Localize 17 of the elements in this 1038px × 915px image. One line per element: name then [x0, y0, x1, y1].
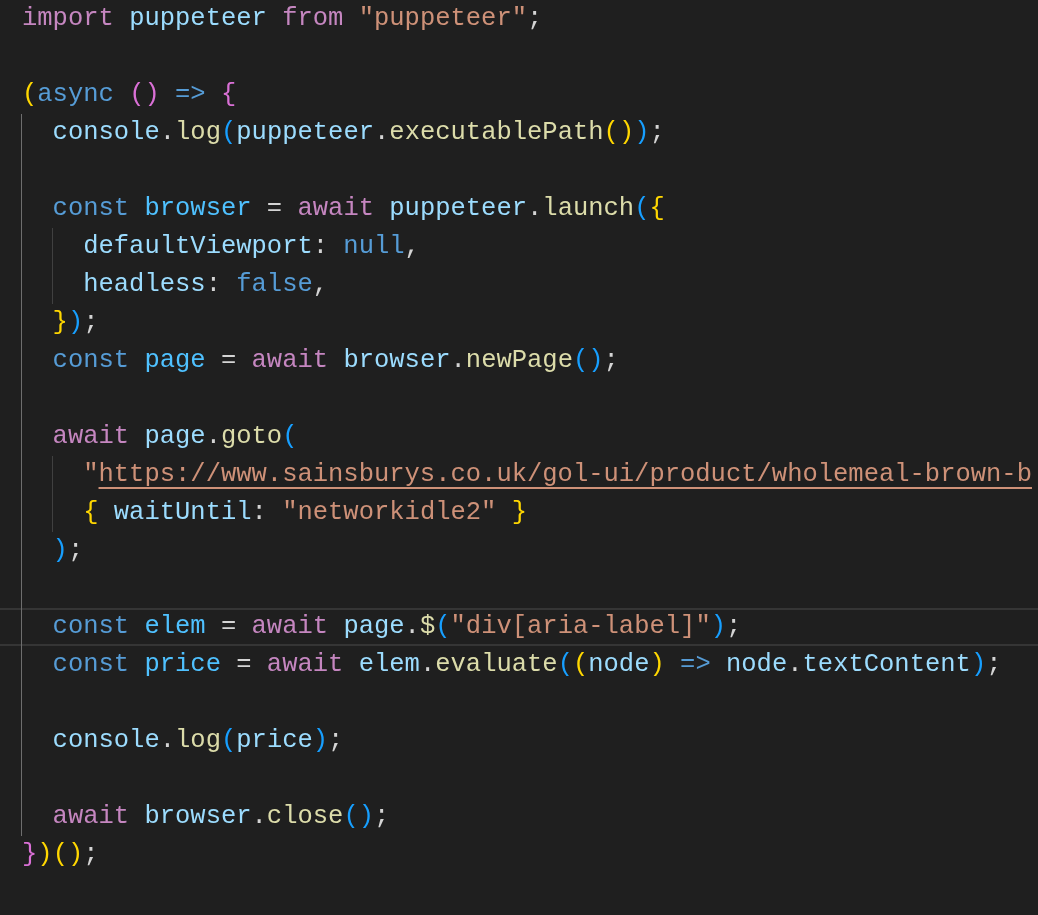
code-line: ); [51, 534, 85, 567]
code-line: { waitUntil: "networkidle2" } [82, 496, 528, 529]
code-line: const page = await browser.newPage(); [51, 344, 620, 377]
code-line: const price = await elem.evaluate((node) => node.textContent); [51, 648, 1003, 681]
code-line: import puppeteer from "puppeteer"; [21, 2, 544, 35]
code-line: headless: false, [82, 268, 330, 301]
code-line: })(); [21, 838, 100, 871]
code-line: (async () => { [21, 78, 238, 111]
code-line: defaultViewport: null, [82, 230, 421, 263]
code-line: const elem = await page.$("div[aria-label]"); [0, 608, 1038, 646]
code-line: await page.goto( [51, 420, 299, 453]
code-line: "https://www.sainsburys.co.uk/gol-ui/product/wholemeal-brown-b [82, 458, 1033, 491]
code-line: }); [51, 306, 100, 339]
code-line: const browser = await puppeteer.launch({ [51, 192, 666, 225]
code-line: await browser.close(); [51, 800, 391, 833]
code-line: console.log(price); [51, 724, 345, 757]
code-line: console.log(puppeteer.executablePath()); [51, 116, 666, 149]
